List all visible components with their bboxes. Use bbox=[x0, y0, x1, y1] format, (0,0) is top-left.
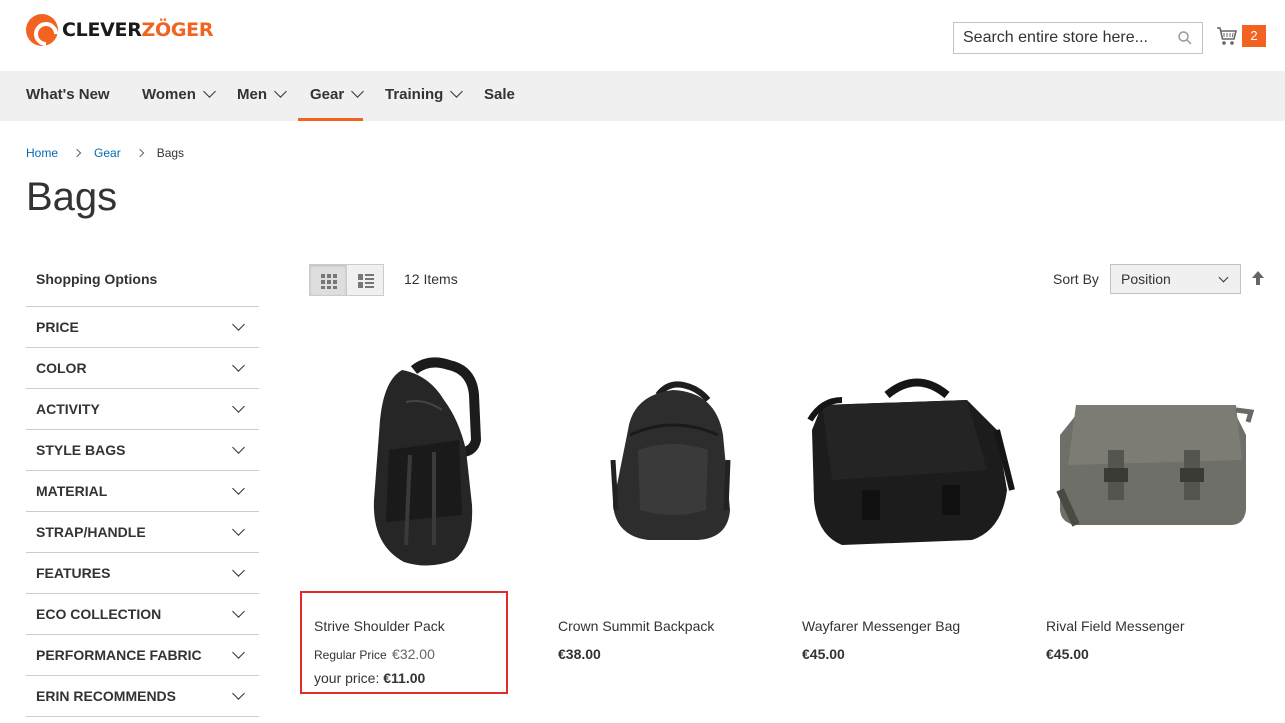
chevron-down-icon bbox=[232, 359, 245, 372]
chevron-down-icon bbox=[232, 564, 245, 577]
nav-item-gear[interactable]: Gear bbox=[298, 71, 365, 121]
grid-view-button[interactable] bbox=[309, 264, 347, 296]
backpack-icon bbox=[610, 381, 731, 540]
product-image-wayfarer-messenger-bag[interactable] bbox=[802, 340, 1032, 580]
nav-item-men[interactable]: Men bbox=[237, 71, 287, 121]
filter-activity[interactable]: ACTIVITY bbox=[26, 389, 259, 430]
sort-by-label: Sort By bbox=[1053, 271, 1099, 287]
search-input[interactable] bbox=[954, 23, 1164, 53]
cart-count-badge[interactable]: 2 bbox=[1242, 25, 1266, 47]
product-image-strive-shoulder-pack[interactable] bbox=[314, 340, 544, 580]
shopping-options-title: Shopping Options bbox=[26, 258, 259, 307]
breadcrumb-gear-link[interactable]: Gear bbox=[94, 146, 121, 160]
page-title: Bags bbox=[26, 175, 118, 219]
nav-item-women[interactable]: Women bbox=[142, 71, 216, 121]
chevron-down-icon bbox=[203, 85, 216, 98]
grid-icon bbox=[321, 274, 337, 289]
filter-features[interactable]: FEATURES bbox=[26, 553, 259, 594]
filter-performance-fabric[interactable]: PERFORMANCE FABRIC bbox=[26, 635, 259, 676]
chevron-down-icon bbox=[232, 646, 245, 659]
sort-by-select[interactable]: Position bbox=[1110, 264, 1241, 294]
logo-text: CLEVERZÖGER bbox=[62, 19, 214, 41]
chevron-down-icon bbox=[1218, 272, 1229, 283]
cart-icon[interactable] bbox=[1216, 25, 1238, 47]
toolbar-amount: 12 Items bbox=[404, 271, 458, 287]
messenger-bag-icon bbox=[807, 378, 1015, 545]
chevron-down-icon bbox=[232, 318, 245, 331]
product-price: €45.00 bbox=[802, 646, 845, 662]
chevron-down-icon bbox=[232, 441, 245, 454]
chevron-down-icon bbox=[232, 400, 245, 413]
main-navigation: What's New Women Men Gear Training Sale bbox=[0, 71, 1285, 121]
product-price: €45.00 bbox=[1046, 646, 1089, 662]
sling-backpack-icon bbox=[373, 357, 482, 566]
store-logo[interactable]: CLEVERZÖGER bbox=[26, 14, 213, 46]
chevron-down-icon bbox=[232, 605, 245, 618]
page-header: CLEVERZÖGER 2 bbox=[0, 0, 1285, 71]
layered-navigation: Shopping Options PRICE COLOR ACTIVITY ST… bbox=[26, 258, 259, 717]
nav-item-sale[interactable]: Sale bbox=[484, 71, 515, 121]
chevron-down-icon bbox=[274, 85, 287, 98]
breadcrumb-home-link[interactable]: Home bbox=[26, 146, 58, 160]
sort-direction-arrow-up-icon[interactable] bbox=[1251, 270, 1265, 286]
nav-item-whats-new[interactable]: What's New bbox=[26, 71, 110, 121]
chevron-down-icon bbox=[232, 482, 245, 495]
product-image-rival-field-messenger[interactable] bbox=[1046, 340, 1276, 580]
breadcrumb: Home Gear Bags bbox=[26, 146, 184, 160]
product-item: Strive Shoulder Pack Regular Price €32.0… bbox=[314, 340, 544, 686]
chevron-right-icon bbox=[72, 148, 82, 158]
list-view-button[interactable] bbox=[346, 264, 384, 296]
chevron-down-icon bbox=[232, 687, 245, 700]
chevron-down-icon bbox=[232, 523, 245, 536]
field-messenger-icon bbox=[1056, 405, 1255, 527]
highlight-box bbox=[300, 591, 508, 694]
filter-price[interactable]: PRICE bbox=[26, 307, 259, 348]
filter-strap-handle[interactable]: STRAP/HANDLE bbox=[26, 512, 259, 553]
chevron-down-icon bbox=[450, 85, 464, 98]
breadcrumb-current: Bags bbox=[156, 146, 185, 160]
sort-by-value: Position bbox=[1121, 271, 1171, 287]
filter-material[interactable]: MATERIAL bbox=[26, 471, 259, 512]
product-item: Crown Summit Backpack €38.00 bbox=[558, 340, 788, 662]
search-box bbox=[953, 22, 1203, 54]
product-name-link[interactable]: Rival Field Messenger bbox=[1046, 618, 1185, 634]
product-name-link[interactable]: Wayfarer Messenger Bag bbox=[802, 618, 960, 634]
filter-erin-recommends[interactable]: ERIN RECOMMENDS bbox=[26, 676, 259, 717]
product-price: €38.00 bbox=[558, 646, 601, 662]
chevron-right-icon bbox=[135, 148, 144, 158]
list-icon bbox=[358, 274, 374, 288]
minicart[interactable]: 2 bbox=[1216, 25, 1266, 47]
logo-mark-icon bbox=[26, 14, 58, 46]
filter-style-bags[interactable]: STYLE BAGS bbox=[26, 430, 259, 471]
product-name-link[interactable]: Crown Summit Backpack bbox=[558, 618, 714, 634]
filter-eco-collection[interactable]: ECO COLLECTION bbox=[26, 594, 259, 635]
nav-item-training[interactable]: Training bbox=[385, 71, 464, 121]
search-icon[interactable] bbox=[1178, 31, 1192, 45]
product-item: Wayfarer Messenger Bag €45.00 bbox=[802, 340, 1032, 662]
filter-color[interactable]: COLOR bbox=[26, 348, 259, 389]
chevron-down-icon bbox=[351, 85, 365, 98]
product-image-crown-summit-backpack[interactable] bbox=[558, 340, 788, 580]
product-item: Rival Field Messenger €45.00 bbox=[1046, 340, 1276, 662]
